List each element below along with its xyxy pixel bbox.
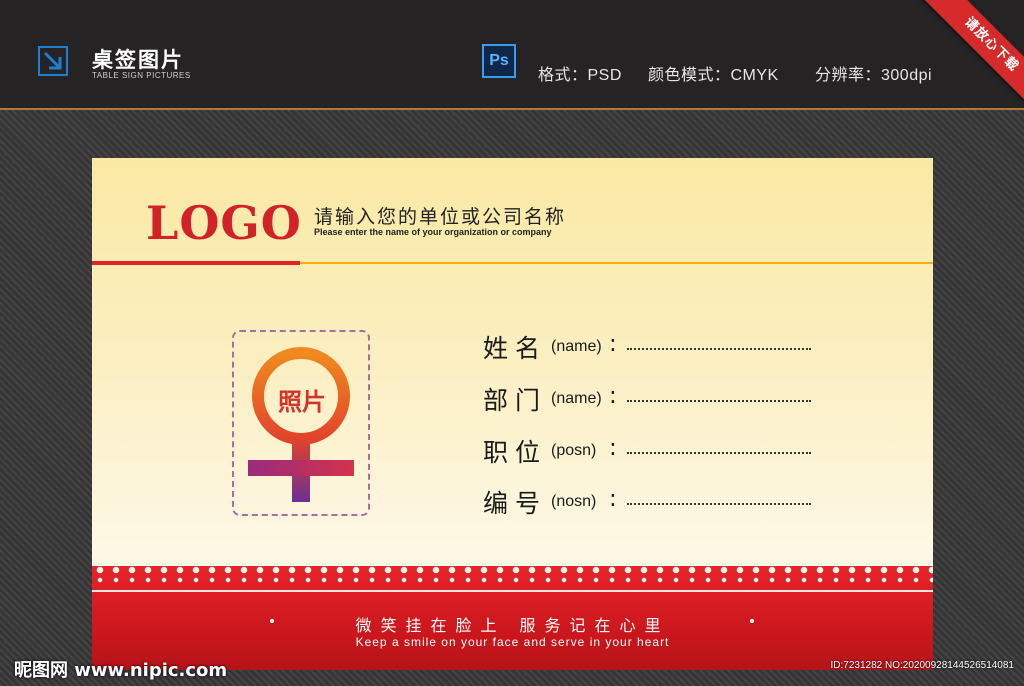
field-colon: : (609, 331, 617, 357)
photo-frame: 照片 (232, 330, 370, 516)
lace-border (92, 566, 933, 588)
divider-gold (300, 262, 933, 264)
field-colon: : (609, 383, 617, 409)
lace-line (92, 590, 933, 592)
field-sublabel: (name) (551, 338, 602, 355)
color-mode-info: 颜色模式：CMYK (648, 67, 779, 84)
card-logo: LOGO (146, 196, 302, 250)
company-name-en: Please enter the name of your organizati… (314, 227, 552, 237)
brand-title: 桌签图片 (92, 48, 184, 72)
brand-subtitle: TABLE SIGN PICTURES (92, 71, 191, 80)
company-name: 请输入您的单位或公司名称 (314, 206, 567, 228)
format-info: 格式：PSD (538, 67, 622, 84)
field-colon: : (609, 486, 617, 512)
field-label: 姓名 (483, 334, 548, 363)
watermark-site: 昵图网 www.nipic.com (14, 660, 228, 681)
field-sublabel: (name) (551, 390, 602, 407)
table-sign-card: LOGO 请输入您的单位或公司名称 Please enter the name … (92, 158, 933, 670)
field-input-line[interactable] (627, 452, 811, 454)
female-symbol-icon (248, 347, 354, 502)
bullet-dot-right (750, 619, 754, 623)
field-label: 职位 (483, 438, 548, 467)
photo-label: 照片 (278, 388, 326, 416)
divider-red (92, 261, 300, 265)
slogan-cn: 微笑挂在脸上 服务记在心里 (355, 616, 670, 635)
field-label: 编号 (483, 489, 548, 518)
slogan-en: Keep a smile on your face and serve in y… (355, 635, 670, 649)
field-input-line[interactable] (627, 348, 811, 350)
corner-ribbon: 请放心下载 (914, 0, 1024, 110)
watermark-id: ID:7231282 NO:20200928144526514081 (830, 660, 1015, 671)
ribbon-label: 请放心下载 (920, 0, 1024, 110)
photoshop-icon: Ps (482, 44, 516, 78)
field-input-line[interactable] (627, 503, 811, 505)
field-sublabel: (nosn) (551, 493, 597, 510)
top-bar: 桌签图片 TABLE SIGN PICTURES Ps 格式：PSD 颜色模式：… (0, 0, 1024, 110)
download-arrow-icon (38, 46, 68, 76)
field-label: 部门 (483, 386, 548, 415)
field-input-line[interactable] (627, 400, 811, 402)
field-sublabel: (posn) (551, 442, 597, 459)
field-colon: : (609, 435, 617, 461)
